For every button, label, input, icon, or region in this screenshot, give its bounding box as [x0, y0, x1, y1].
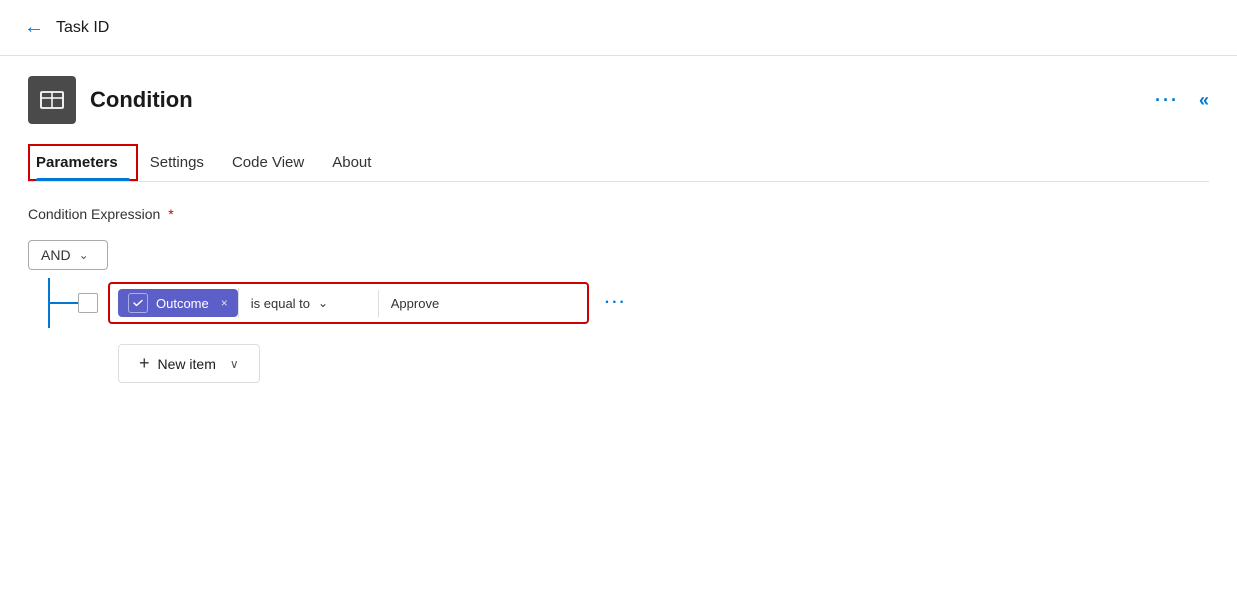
- and-dropdown[interactable]: AND ⌄: [28, 240, 108, 270]
- action-header-controls: ··· «: [1147, 86, 1209, 115]
- tab-settings[interactable]: Settings: [142, 144, 224, 181]
- operator-chevron-icon: ⌄: [318, 296, 328, 310]
- page-title: Task ID: [56, 19, 109, 37]
- token-close-button[interactable]: ×: [221, 296, 228, 310]
- row-more-button[interactable]: ···: [597, 290, 635, 316]
- new-item-chevron-icon: ∨: [230, 357, 239, 371]
- required-indicator: *: [168, 206, 173, 222]
- operator-value: is equal to: [251, 296, 310, 311]
- condition-row: Outcome × is equal to ⌄: [108, 282, 589, 324]
- token-icon: [128, 293, 148, 313]
- tab-about[interactable]: About: [324, 144, 391, 181]
- token-label: Outcome: [156, 296, 209, 311]
- condition-row-wrapper: Outcome × is equal to ⌄ ···: [108, 282, 635, 324]
- outcome-token: Outcome ×: [118, 289, 238, 317]
- condition-line: Outcome × is equal to ⌄ ···: [28, 278, 1209, 328]
- tab-codeview[interactable]: Code View: [224, 144, 324, 181]
- and-value: AND: [41, 247, 71, 263]
- new-item-plus-icon: +: [139, 353, 150, 374]
- new-item-button[interactable]: + New item ∨: [118, 344, 260, 383]
- and-chevron-icon: ⌄: [79, 248, 89, 262]
- value-input[interactable]: [379, 290, 579, 317]
- top-bar: ← Task ID: [0, 0, 1237, 56]
- row-checkbox[interactable]: [78, 293, 98, 313]
- tab-parameters[interactable]: Parameters: [28, 144, 138, 181]
- action-title: Condition: [90, 87, 193, 113]
- action-more-button[interactable]: ···: [1147, 86, 1187, 115]
- action-header: Condition ··· «: [28, 76, 1209, 124]
- new-item-label: New item: [158, 356, 216, 372]
- logic-area: AND ⌄: [28, 240, 1209, 383]
- operator-dropdown[interactable]: is equal to ⌄: [239, 290, 379, 317]
- action-icon: [28, 76, 76, 124]
- tree-connector: [28, 278, 78, 328]
- tabs: Parameters Settings Code View About: [28, 144, 1209, 182]
- condition-icon: [38, 86, 66, 114]
- horizontal-line: [48, 302, 78, 304]
- new-item-row: + New item ∨: [118, 344, 1209, 383]
- section-label: Condition Expression *: [28, 206, 1209, 222]
- action-title-group: Condition: [28, 76, 193, 124]
- and-row: AND ⌄: [28, 240, 1209, 270]
- main-content: Condition ··· « Parameters Settings Code…: [0, 56, 1237, 403]
- collapse-button[interactable]: «: [1199, 90, 1209, 111]
- back-button[interactable]: ←: [24, 16, 44, 39]
